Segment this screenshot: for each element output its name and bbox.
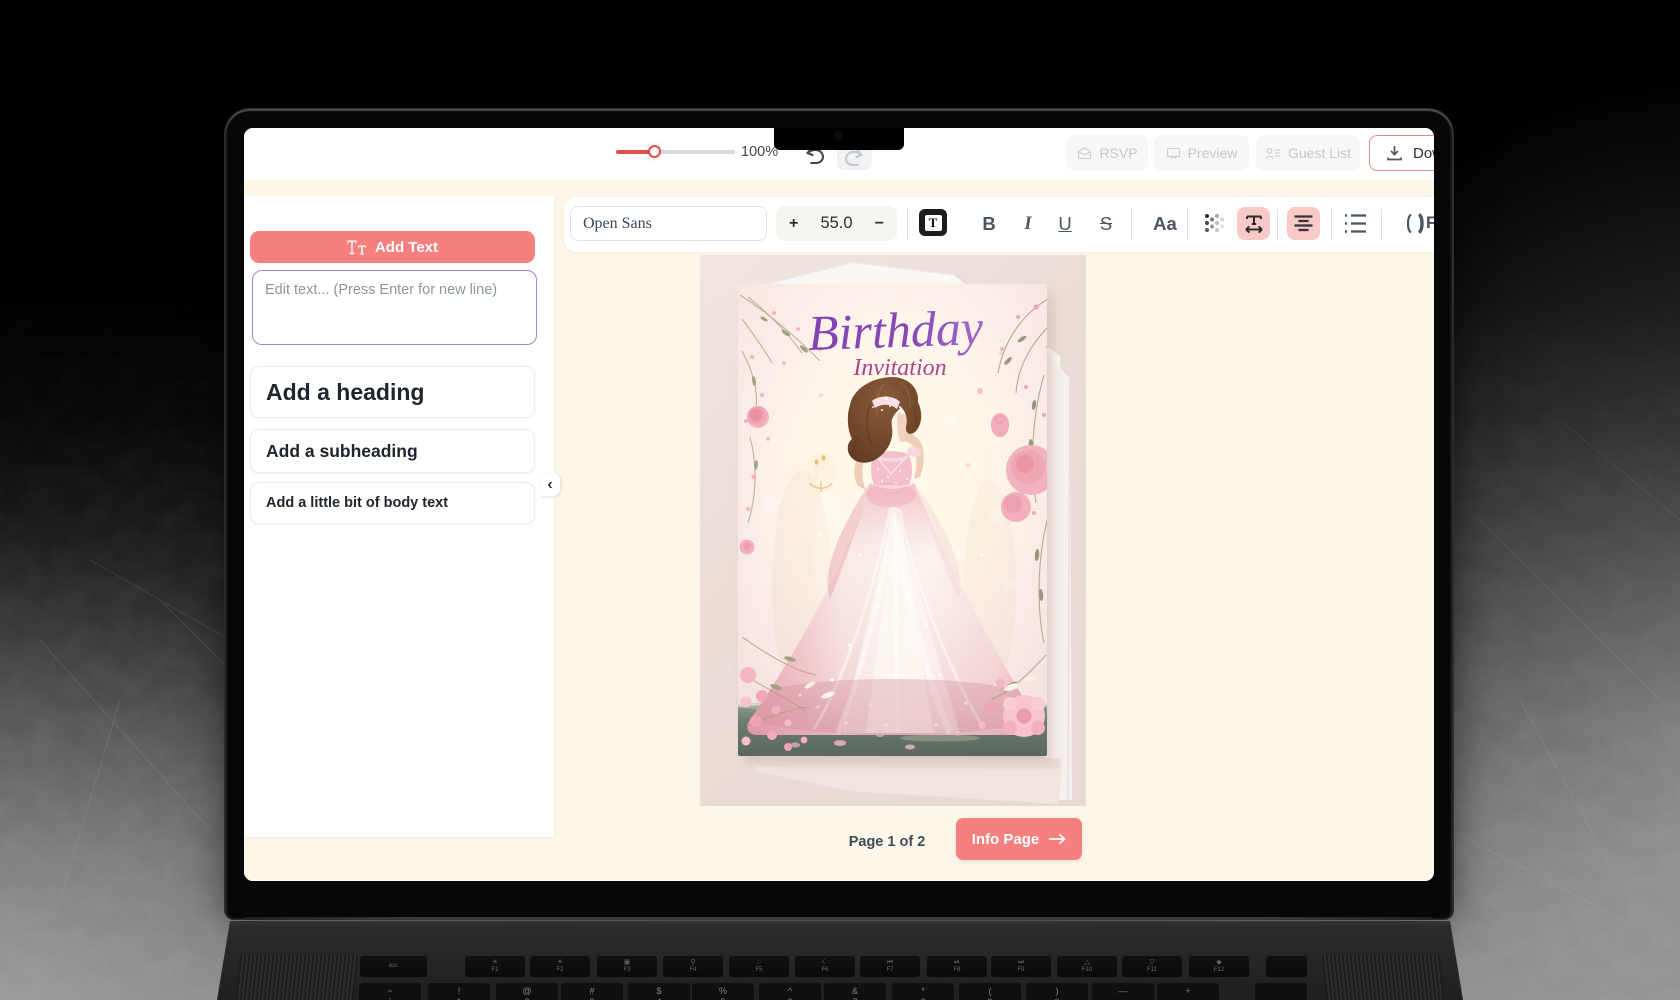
svg-text:Birthday: Birthday: [807, 299, 985, 361]
svg-text:Invitation: Invitation: [852, 355, 946, 381]
